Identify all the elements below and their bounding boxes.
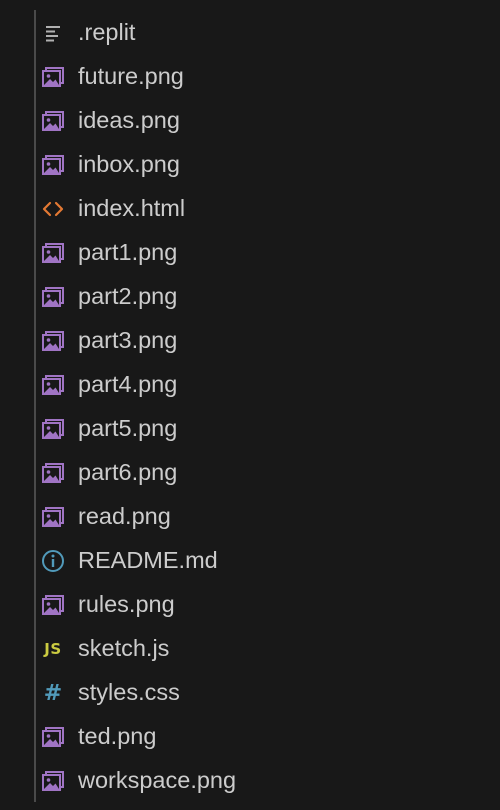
file-name: part6.png [78,459,178,486]
js-icon: JS [44,640,62,658]
file-item-part2-png[interactable]: part2.png [0,275,500,319]
file-item-index-html[interactable]: index.html [0,187,500,231]
image-icon [40,152,66,178]
image-icon [40,108,66,134]
file-name: read.png [78,503,171,530]
file-name: part4.png [78,371,178,398]
image-icon [40,460,66,486]
file-item-readme-md[interactable]: README.md [0,539,500,583]
file-item-replit[interactable]: .replit [0,11,500,55]
file-name: rules.png [78,591,175,618]
file-item-sketch-js[interactable]: JS sketch.js [0,627,500,671]
image-icon [40,416,66,442]
file-item-read-png[interactable]: read.png [0,495,500,539]
image-icon [40,240,66,266]
image-icon [40,284,66,310]
image-icon [40,372,66,398]
file-name: styles.css [78,679,180,706]
image-icon [40,768,66,794]
file-item-part3-png[interactable]: part3.png [0,319,500,363]
file-explorer: .replit future.png ideas.png inbox.png i… [0,0,500,810]
file-name: future.png [78,63,184,90]
file-name: .replit [78,19,136,46]
file-name: part2.png [78,283,178,310]
file-item-part1-png[interactable]: part1.png [0,231,500,275]
file-name: index.html [78,195,186,222]
file-list: .replit future.png ideas.png inbox.png i… [0,11,500,803]
code-brackets-icon [40,196,66,222]
image-icon [40,504,66,530]
file-item-ted-png[interactable]: ted.png [0,715,500,759]
file-name: part1.png [78,239,178,266]
file-name: README.md [78,547,218,574]
file-name: workspace.png [78,767,237,794]
info-icon [40,548,66,574]
file-item-future-png[interactable]: future.png [0,55,500,99]
file-name: part5.png [78,415,178,442]
lines-icon [40,20,66,46]
hash-icon: # [43,680,63,706]
file-name: ted.png [78,723,157,750]
file-item-part4-png[interactable]: part4.png [0,363,500,407]
file-item-part5-png[interactable]: part5.png [0,407,500,451]
file-item-part6-png[interactable]: part6.png [0,451,500,495]
file-item-ideas-png[interactable]: ideas.png [0,99,500,143]
file-name: part3.png [78,327,178,354]
file-item-inbox-png[interactable]: inbox.png [0,143,500,187]
file-item-workspace-png[interactable]: workspace.png [0,759,500,803]
image-icon [40,328,66,354]
file-item-styles-css[interactable]: # styles.css [0,671,500,715]
file-name: sketch.js [78,635,170,662]
file-name: inbox.png [78,151,180,178]
image-icon [40,724,66,750]
file-item-rules-png[interactable]: rules.png [0,583,500,627]
file-name: ideas.png [78,107,180,134]
image-icon [40,64,66,90]
image-icon [40,592,66,618]
